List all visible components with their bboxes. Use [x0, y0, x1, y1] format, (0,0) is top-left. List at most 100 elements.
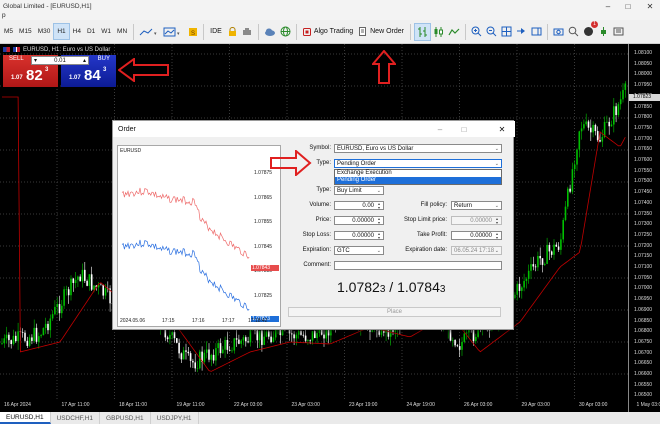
volume-increase-icon[interactable]: ▴: [83, 57, 86, 64]
stop-loss-label: Stop Loss:: [302, 232, 331, 238]
dialog-close-icon[interactable]: ✕: [491, 121, 513, 137]
volume-decrease-icon[interactable]: ▾: [34, 57, 37, 64]
dialog-maximize-icon[interactable]: □: [453, 121, 475, 137]
bar-chart-button[interactable]: [413, 22, 431, 41]
vps-button[interactable]: [278, 23, 293, 41]
indicators-button[interactable]: ▾: [161, 23, 185, 41]
minimize-icon[interactable]: –: [598, 0, 618, 12]
timeframe-m5[interactable]: M5: [1, 23, 16, 40]
chart-tab[interactable]: USDCHF,H1: [51, 412, 101, 424]
candle-body: [67, 289, 70, 296]
annotation-arrow-left-icon: [118, 58, 169, 82]
candle-body: [452, 340, 454, 341]
menu-bar[interactable]: p: [0, 12, 660, 20]
tick-chart-price-label: 1.07845: [254, 243, 273, 250]
cloud-button[interactable]: [262, 23, 278, 41]
price-scale-label: 1.06600: [634, 371, 653, 377]
search-button[interactable]: [566, 23, 581, 41]
stepper-icon[interactable]: ▴ ▾: [376, 202, 382, 210]
close-icon[interactable]: ✕: [640, 0, 660, 12]
candle-body: [47, 323, 49, 331]
ide-button[interactable]: IDE: [207, 23, 225, 41]
candle-body: [178, 342, 180, 354]
bid-price-big: 1.0782: [337, 279, 380, 295]
lock-button[interactable]: [225, 23, 240, 41]
algo-trading-button[interactable]: Algo Trading: [300, 23, 356, 41]
chart-shift-icon: [531, 27, 542, 36]
stepper-icon[interactable]: ▴ ▾: [494, 232, 500, 240]
chart-shift-button[interactable]: [529, 23, 544, 41]
signals-icon: [243, 27, 252, 35]
price-scale-label: 1.07300: [634, 221, 653, 228]
price-scale-label: 1.07950: [634, 82, 653, 89]
pending-type-select[interactable]: Buy Limit ⌄: [334, 186, 384, 195]
timeframe-h4[interactable]: H4: [70, 23, 84, 40]
price-scale-label: 1.07200: [634, 242, 653, 249]
stepper-icon[interactable]: ▴ ▾: [376, 232, 382, 240]
stop-loss-field[interactable]: 0.00000 ▴ ▾: [334, 231, 384, 240]
order-type-option[interactable]: Exchange Execution: [335, 170, 501, 177]
chart-tab[interactable]: USDJPY,H1: [151, 412, 199, 424]
place-button[interactable]: Place: [288, 307, 501, 317]
timeframe-mn[interactable]: MN: [114, 23, 130, 40]
take-profit-field[interactable]: 0.00000 ▴ ▾: [451, 231, 502, 240]
candle-body: [235, 338, 238, 340]
subtype-label: Type:: [316, 187, 331, 193]
expiration-select[interactable]: GTC ⌄: [334, 246, 384, 255]
candlestick-button[interactable]: [431, 23, 446, 41]
time-axis[interactable]: 16 Apr 2024 17 Apr 11:00 18 Apr 11:00 19 Ap…: [0, 400, 660, 412]
dialog-minimize-icon[interactable]: –: [429, 121, 451, 137]
price-scale-label: 1.07450: [634, 189, 653, 196]
fill-policy-label: Fill policy:: [420, 202, 447, 208]
zoom-in-button[interactable]: [469, 23, 484, 41]
timeframe-w1[interactable]: W1: [98, 23, 114, 40]
fill-policy-select[interactable]: Return ⌄: [451, 201, 502, 210]
price-scale-label: 1.07050: [634, 274, 653, 281]
chart-tab[interactable]: EURUSD,H1: [0, 412, 51, 424]
candle-body: [530, 264, 532, 271]
market-button[interactable]: [596, 23, 611, 41]
line-chart-button[interactable]: [446, 23, 462, 41]
volume-field[interactable]: 0.00 ▴ ▾: [334, 201, 384, 210]
autoscroll-button[interactable]: [514, 23, 529, 41]
stepper-icon[interactable]: ▴ ▾: [376, 217, 382, 225]
expiration-date-field[interactable]: 06.05.24 17:18 ⌄: [451, 246, 502, 255]
symbol-select[interactable]: EURUSD, Euro vs US Dollar ⌄: [334, 144, 502, 153]
zoom-out-icon: [486, 26, 497, 37]
time-axis-label: 30 Apr 03:00: [579, 402, 608, 408]
menu-fragment[interactable]: p: [2, 12, 6, 19]
price-scale-label: 1.07700: [634, 135, 653, 142]
zoom-out-button[interactable]: [484, 23, 499, 41]
comment-input[interactable]: [334, 261, 502, 270]
new-order-icon: [359, 27, 367, 36]
new-order-button[interactable]: New Order: [356, 23, 407, 41]
candle-body: [169, 334, 171, 340]
candle-body: [456, 345, 459, 347]
objects-button[interactable]: S: [185, 23, 200, 41]
chart-tab[interactable]: GBPUSD,H1: [100, 412, 151, 424]
tile-windows-button[interactable]: [499, 23, 514, 41]
price-field[interactable]: 0.00000 ▴ ▾: [334, 216, 384, 225]
stepper-icon[interactable]: ▴ ▾: [494, 217, 500, 225]
candle-body: [592, 124, 594, 133]
toolbar-separator: [295, 23, 297, 40]
candle-body: [61, 305, 63, 314]
notifications-button[interactable]: 1: [581, 20, 598, 41]
timeframe-m30[interactable]: M30: [35, 23, 54, 40]
maximize-icon[interactable]: □: [618, 0, 638, 12]
timeframe-h1[interactable]: H1: [53, 23, 70, 40]
volume-input[interactable]: ▾ 0.01 ▴: [31, 56, 89, 65]
order-type-option[interactable]: Pending Order: [335, 177, 501, 184]
screenshot-button[interactable]: [551, 23, 566, 41]
timeframe-m15[interactable]: M15: [16, 23, 35, 40]
signals-button[interactable]: [240, 23, 255, 41]
news-button[interactable]: [611, 23, 626, 41]
price-scale[interactable]: 1.081001.080501.080001.079501.079001.078…: [628, 44, 660, 412]
stop-limit-field[interactable]: 0.00000 ▴ ▾: [451, 216, 502, 225]
order-type-select[interactable]: Pending Order ⌄: [334, 159, 502, 168]
comment-label: Comment:: [303, 262, 331, 268]
timeframe-d1[interactable]: D1: [84, 23, 98, 40]
bar-chart-icon: [417, 26, 427, 37]
candle-body: [84, 269, 86, 281]
chart-type-button[interactable]: ▾: [137, 23, 161, 41]
